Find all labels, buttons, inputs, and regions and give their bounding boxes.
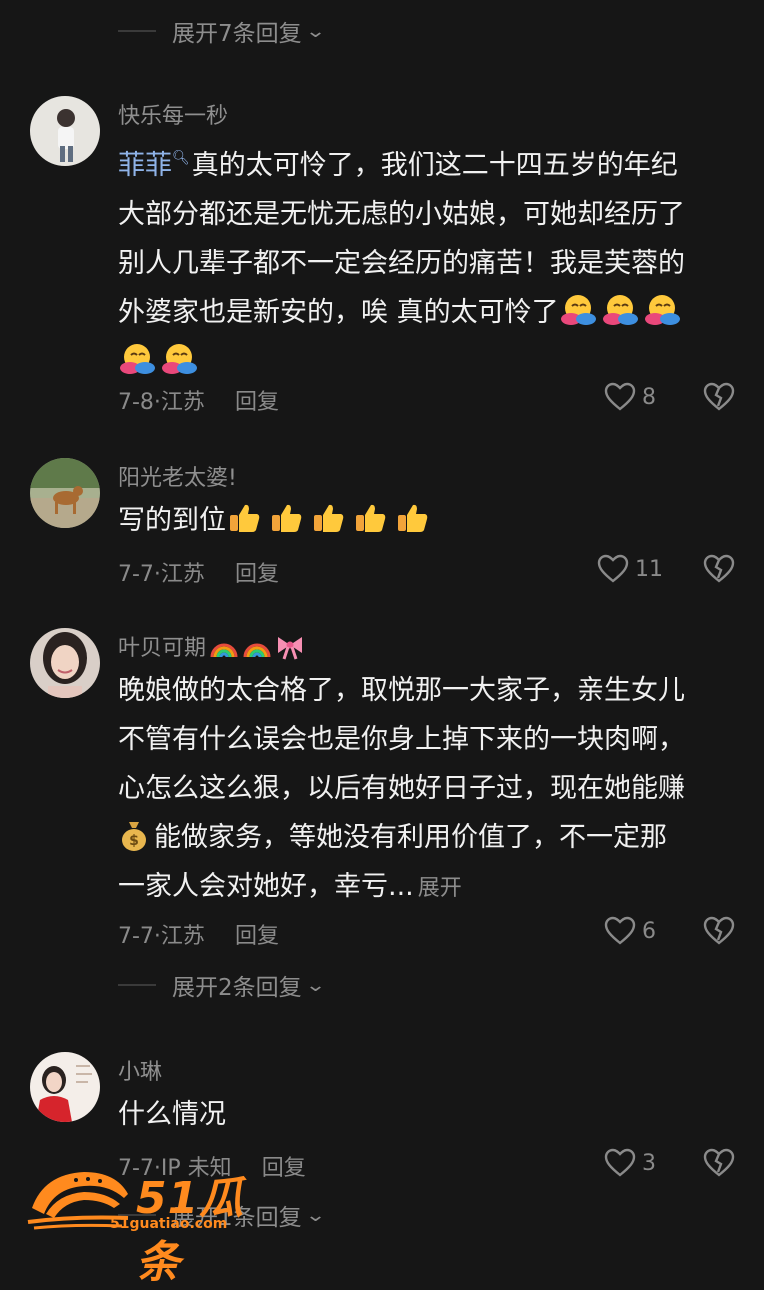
like-count: 6	[642, 918, 656, 944]
expand-text-link[interactable]: 展开	[418, 876, 462, 901]
expand-replies-label: 展开2条回复	[172, 975, 302, 1001]
expand-replies-top[interactable]: 展开7条回复 ⌄	[118, 14, 326, 48]
hugging-face-icon	[602, 295, 638, 325]
like-button[interactable]: 11	[597, 554, 663, 584]
watermark-logo: 51瓜条 51guatiao.com	[24, 1160, 264, 1288]
comment-line: 什么情况	[118, 1099, 226, 1130]
thumbs-up-icon	[272, 504, 302, 532]
comment-line: 大部分都还是无忧无虑的小姑娘，可她却经历了	[118, 199, 685, 230]
like-count: 11	[635, 556, 663, 582]
divider-line	[118, 30, 156, 32]
username[interactable]: 快乐每一秒	[118, 98, 228, 130]
comment-text: 菲菲🔍︎真的太可怜了，我们这二十四五岁的年纪 大部分都还是无忧无虑的小姑娘，可她…	[118, 134, 738, 386]
search-icon: 🔍︎	[172, 150, 190, 166]
broken-heart-icon[interactable]	[702, 382, 736, 412]
like-button[interactable]: 6	[604, 916, 656, 946]
heart-icon	[604, 382, 636, 411]
reply-button[interactable]: 回复	[235, 556, 279, 588]
comment-line: 一家人会对她好，幸亏...	[118, 871, 414, 902]
broken-heart-icon[interactable]	[702, 1148, 736, 1178]
like-count: 8	[642, 384, 656, 410]
watermark-url: 51guatiao.com	[110, 1216, 228, 1232]
comment-text: 晚娘做的太合格了，取悦那一大家子，亲生女儿 不管有什么误会也是你身上掉下来的一块…	[118, 666, 738, 913]
like-button[interactable]: 8	[604, 382, 656, 412]
hugging-face-icon	[162, 344, 197, 374]
date-location: 7-7·江苏	[118, 562, 205, 587]
comment-line: 心怎么这么狠，以后有她好日子过，现在她能赚	[118, 773, 685, 804]
thumbs-up-icon	[398, 504, 428, 532]
rainbow-icon	[210, 643, 238, 658]
comment-line: 真的太可怜了，我们这二十四五岁的年纪	[191, 150, 678, 181]
broken-heart-icon[interactable]	[702, 554, 736, 584]
expand-replies-label: 展开7条回复	[172, 21, 302, 47]
reply-button[interactable]: 回复	[262, 1150, 306, 1182]
comment-meta: 7-8·江苏 回复	[118, 384, 279, 416]
rainbow-icon	[243, 643, 271, 658]
svg-text:$: $	[129, 833, 139, 849]
hugging-face-icon	[644, 295, 680, 325]
broken-heart-icon[interactable]	[702, 916, 736, 946]
reply-button[interactable]: 回复	[235, 384, 279, 416]
mention-link[interactable]: 菲菲	[118, 150, 172, 181]
expand-replies-mid[interactable]: 展开2条回复 ⌄	[118, 968, 326, 1002]
avatar[interactable]	[30, 1052, 100, 1122]
hugging-face-icon	[560, 295, 596, 325]
chevron-down-icon: ⌄	[304, 1204, 326, 1226]
like-button[interactable]: 3	[604, 1148, 656, 1178]
comment-line: 写的到位	[118, 505, 226, 536]
like-count: 3	[642, 1150, 656, 1176]
reply-button[interactable]: 回复	[235, 918, 279, 950]
comment-line: 能做家务，等她没有利用价值了，不一定那	[154, 822, 667, 853]
username[interactable]: 小琳	[118, 1054, 162, 1086]
comment-line: 别人几辈子都不一定会经历的痛苦！我是芙蓉的	[118, 248, 685, 279]
thumbs-up-icon	[356, 504, 386, 532]
comment-meta: 7-7·江苏 回复	[118, 918, 279, 950]
comment-meta: 7-7·江苏 回复	[118, 556, 279, 588]
chevron-down-icon: ⌄	[304, 974, 326, 996]
avatar[interactable]	[30, 96, 100, 166]
comment-line: 晚娘做的太合格了，取悦那一大家子，亲生女儿	[118, 675, 685, 706]
comment-line: 不管有什么误会也是你身上掉下来的一块肉啊，	[118, 724, 685, 755]
ribbon-icon	[278, 637, 303, 660]
avatar[interactable]	[30, 458, 100, 528]
date-location: 7-8·江苏	[118, 390, 205, 415]
chevron-down-icon: ⌄	[304, 20, 326, 42]
heart-icon	[604, 1148, 636, 1177]
thumbs-up-icon	[230, 504, 260, 532]
comment-text: 写的到位	[118, 496, 738, 545]
comment-text: 什么情况	[118, 1090, 738, 1139]
username[interactable]: 阳光老太婆!	[118, 460, 237, 492]
date-location: 7-7·江苏	[118, 924, 205, 949]
avatar[interactable]	[30, 628, 100, 698]
hugging-face-icon	[120, 344, 155, 374]
username-text: 叶贝可期	[118, 636, 207, 661]
thumbs-up-icon	[314, 504, 344, 532]
heart-icon	[597, 554, 629, 583]
comment-line: 外婆家也是新安的，唉 真的太可怜了	[118, 297, 559, 328]
money-bag-icon: $	[122, 822, 146, 851]
divider-line	[118, 984, 156, 986]
heart-icon	[604, 916, 636, 945]
username[interactable]: 叶贝可期	[118, 630, 305, 662]
